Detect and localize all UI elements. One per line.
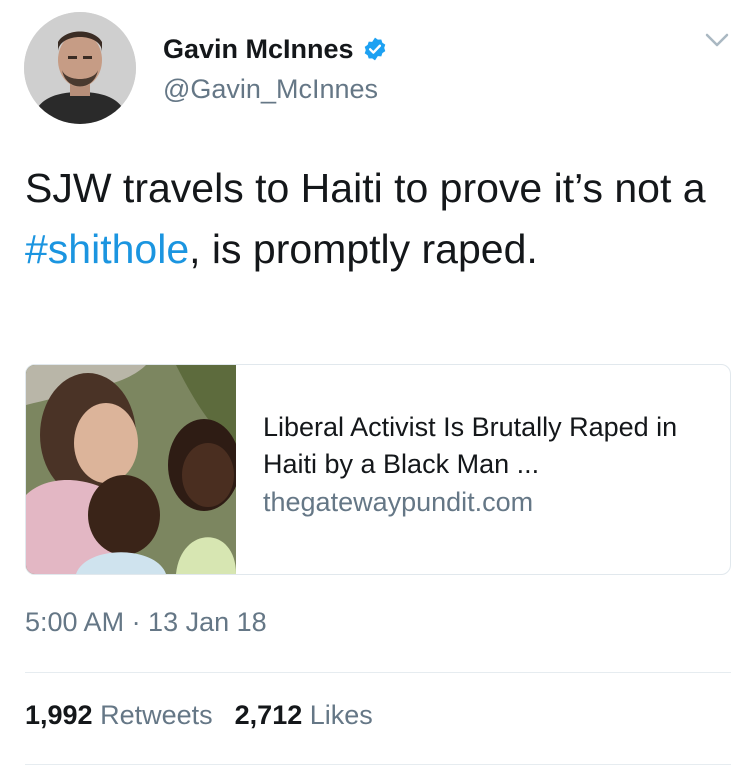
card-image [26,365,236,574]
hashtag-link[interactable]: #shithole [25,226,189,272]
divider [25,764,731,765]
likes-count: 2,712 [234,700,303,730]
card-domain: thegatewaypundit.com [263,487,534,517]
card-text: Liberal Activist Is Brutally Raped in Ha… [263,409,713,521]
divider [25,672,731,673]
tweet-text-part: , is promptly raped. [189,226,538,272]
retweets-count: 1,992 [25,700,93,730]
tweet-text-part: SJW travels to Haiti to prove it’s not a [25,165,706,211]
link-preview-card[interactable]: Liberal Activist Is Brutally Raped in Ha… [25,364,731,575]
likes-label: Likes [309,700,373,730]
tweet-text: SJW travels to Haiti to prove it’s not a… [25,158,731,280]
user-name-row: Gavin McInnes [163,30,388,68]
chevron-down-icon[interactable] [703,30,731,50]
user-handle[interactable]: @Gavin_McInnes [163,74,378,105]
verified-badge-icon [362,36,388,62]
tweet-timestamp[interactable]: 5:00 AM · 13 Jan 18 [25,607,267,638]
card-title: Liberal Activist Is Brutally Raped in Ha… [263,412,678,479]
likes-stat[interactable]: 2,712 Likes [235,700,373,730]
retweets-stat[interactable]: 1,992 Retweets [25,700,213,730]
retweets-label: Retweets [100,700,213,730]
tweet-stats: 1,992 Retweets 2,712 Likes [25,700,373,731]
display-name[interactable]: Gavin McInnes [163,34,354,65]
avatar[interactable] [24,12,136,124]
